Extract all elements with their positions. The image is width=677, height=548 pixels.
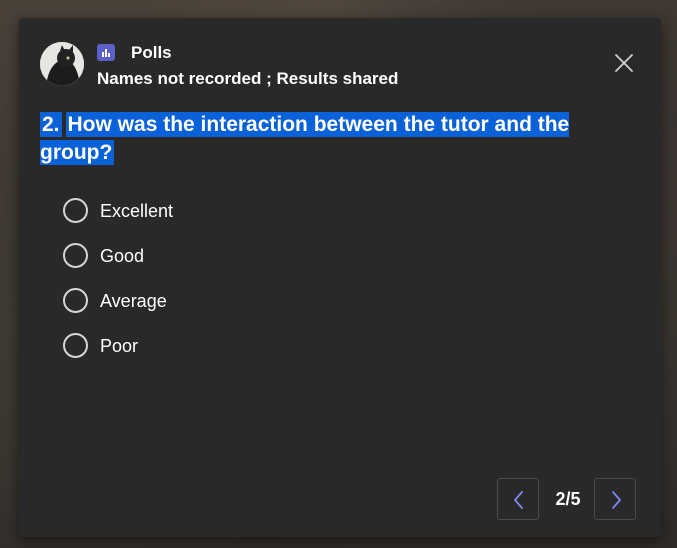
chevron-left-icon (514, 491, 523, 509)
chevron-right-icon (612, 491, 621, 509)
question-text: How was the interaction between the tuto… (40, 112, 570, 165)
poll-header: Polls Names not recorded ; Results share… (40, 40, 661, 90)
app-name: Polls (131, 43, 172, 62)
next-question-button[interactable] (594, 478, 636, 520)
poll-bar-chart-icon (97, 44, 115, 61)
close-icon (615, 54, 633, 72)
previous-question-button[interactable] (497, 478, 539, 520)
radio-button[interactable] (63, 288, 88, 313)
close-button[interactable] (613, 52, 635, 74)
option-label: Good (100, 246, 145, 266)
poll-settings-subtitle: Names not recorded ; Results shared (97, 69, 399, 88)
question-number: 2. (40, 112, 62, 137)
option-label: Poor (100, 336, 139, 356)
radio-button[interactable] (63, 243, 88, 268)
avatar (40, 42, 84, 86)
option-label: Excellent (100, 201, 174, 221)
page-indicator: 2/5 (555, 489, 581, 509)
poll-card: Polls Names not recorded ; Results share… (19, 18, 661, 537)
poll-question: 2. How was the interaction between the tu… (40, 111, 600, 167)
radio-button[interactable] (63, 333, 88, 358)
question-pager: 2/5 (497, 478, 639, 522)
radio-button[interactable] (63, 198, 88, 223)
option-label: Average (100, 291, 167, 311)
